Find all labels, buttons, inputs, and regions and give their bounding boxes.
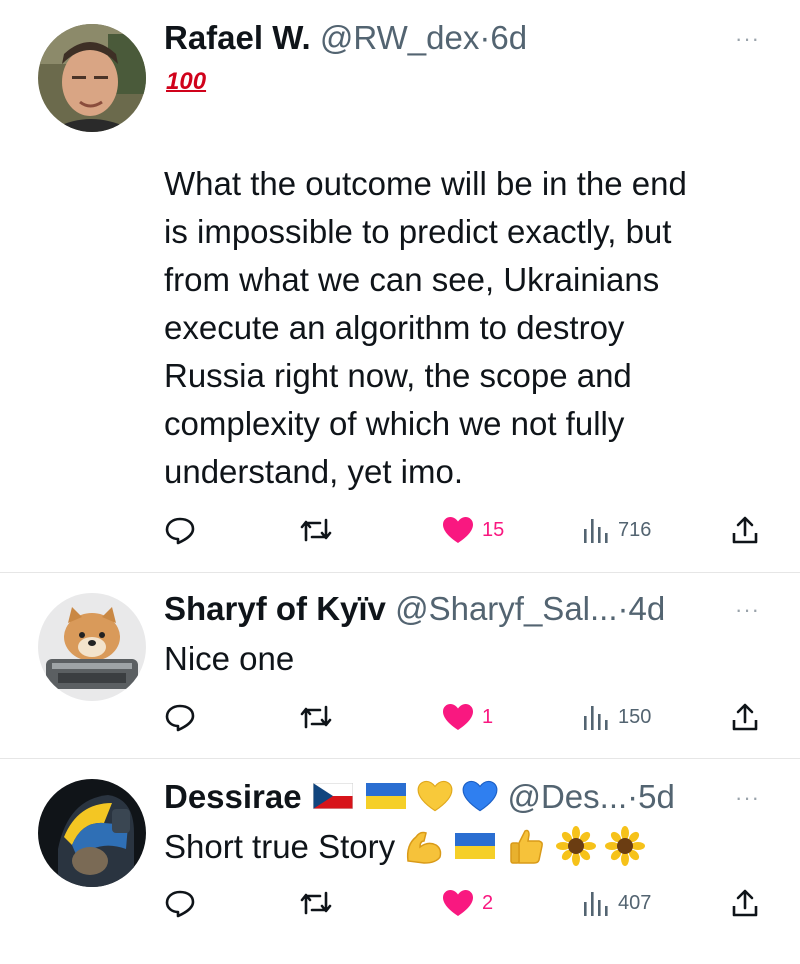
- share-icon: [732, 703, 758, 731]
- separator: ·: [479, 19, 491, 56]
- tweet-header: Dessirae @Des...·5d: [164, 777, 730, 817]
- share-icon: [732, 516, 758, 544]
- more-options-button[interactable]: ···: [735, 597, 760, 623]
- flexed-biceps-icon: [407, 832, 442, 865]
- blue-heart-icon: [462, 781, 498, 812]
- like-count: 2: [482, 891, 494, 914]
- views-icon: [584, 892, 608, 916]
- repost-icon: [300, 705, 332, 729]
- display-name[interactable]: Dessirae: [164, 778, 302, 815]
- like-button[interactable]: 15: [442, 510, 504, 550]
- yellow-heart-icon: [417, 781, 453, 812]
- repost-icon: [300, 518, 332, 542]
- reply-button[interactable]: [164, 883, 196, 923]
- reply-icon: [165, 517, 195, 545]
- tweet-text: What the outcome will be in the end is i…: [164, 165, 687, 490]
- avatar[interactable]: [38, 593, 146, 701]
- timestamp[interactable]: 5d: [638, 778, 675, 815]
- tweet-text-row: Short true Story: [164, 823, 764, 871]
- like-button[interactable]: 2: [442, 883, 493, 923]
- sunflower-icon: [604, 826, 645, 867]
- tweet-text: Nice one: [164, 640, 295, 677]
- views-button[interactable]: 407: [582, 883, 651, 923]
- share-button[interactable]: [730, 697, 760, 737]
- tweet-header: Rafael W. @RW_dex·6d: [164, 18, 730, 58]
- thumbs-up-icon: [509, 830, 543, 865]
- share-button[interactable]: [730, 510, 760, 550]
- reply-button[interactable]: [164, 697, 196, 737]
- more-options-button[interactable]: ···: [735, 26, 760, 52]
- user-handle[interactable]: @RW_dex: [320, 19, 479, 56]
- tweet-text: Short true Story: [164, 828, 396, 865]
- views-icon: [584, 519, 608, 543]
- heart-filled-icon: [443, 890, 473, 916]
- more-options-button[interactable]: ···: [735, 785, 760, 811]
- avatar[interactable]: [38, 779, 146, 887]
- ukraine-flag-icon: [365, 783, 406, 810]
- view-count: 150: [618, 705, 652, 728]
- view-count: 716: [618, 518, 652, 541]
- display-name[interactable]: Sharyf of Kyïv: [164, 590, 386, 627]
- timestamp[interactable]: 6d: [490, 19, 527, 56]
- share-icon: [732, 889, 758, 917]
- like-count: 1: [482, 705, 494, 728]
- reply-button[interactable]: [164, 510, 196, 550]
- share-button[interactable]: [730, 883, 760, 923]
- repost-button[interactable]: [298, 883, 334, 923]
- repost-icon: [300, 891, 332, 915]
- tweet-header: Sharyf of Kyïv @Sharyf_Sal...·4d: [164, 589, 730, 629]
- reply-icon: [165, 704, 195, 732]
- like-count: 15: [482, 518, 505, 541]
- reply-icon: [165, 890, 195, 918]
- tweet-sharyf[interactable]: Sharyf of Kyïv @Sharyf_Sal...·4d ··· Nic…: [0, 573, 800, 758]
- views-button[interactable]: 150: [582, 697, 651, 737]
- tweet-rafael[interactable]: Rafael W. @RW_dex·6d 100 ··· What the ou…: [0, 0, 800, 572]
- tweet-actions: 1 150: [164, 697, 764, 737]
- repost-button[interactable]: [298, 510, 334, 550]
- user-handle[interactable]: @Sharyf_Sal...: [395, 590, 617, 627]
- display-name[interactable]: Rafael W.: [164, 19, 311, 56]
- avatar[interactable]: [38, 24, 146, 132]
- timestamp[interactable]: 4d: [629, 590, 666, 627]
- sunflower-icon: [555, 826, 596, 867]
- views-button[interactable]: 716: [582, 510, 651, 550]
- heart-filled-icon: [443, 517, 473, 543]
- tweet-actions: 2 407: [164, 883, 764, 923]
- tweet-actions: 15 716: [164, 510, 764, 550]
- separator: ·: [617, 590, 629, 627]
- tweet-dessirae[interactable]: Dessirae @Des...·5d ··· Short true Story…: [0, 759, 800, 964]
- separator: ·: [627, 778, 639, 815]
- like-button[interactable]: 1: [442, 697, 493, 737]
- view-count: 407: [618, 891, 652, 914]
- hundred-points-emoji: 100: [166, 68, 207, 95]
- repost-button[interactable]: [298, 697, 334, 737]
- ukraine-flag-icon: [455, 833, 496, 860]
- heart-filled-icon: [443, 704, 473, 730]
- user-handle[interactable]: @Des...: [507, 778, 627, 815]
- czech-flag-icon: [312, 783, 353, 810]
- views-icon: [584, 706, 608, 730]
